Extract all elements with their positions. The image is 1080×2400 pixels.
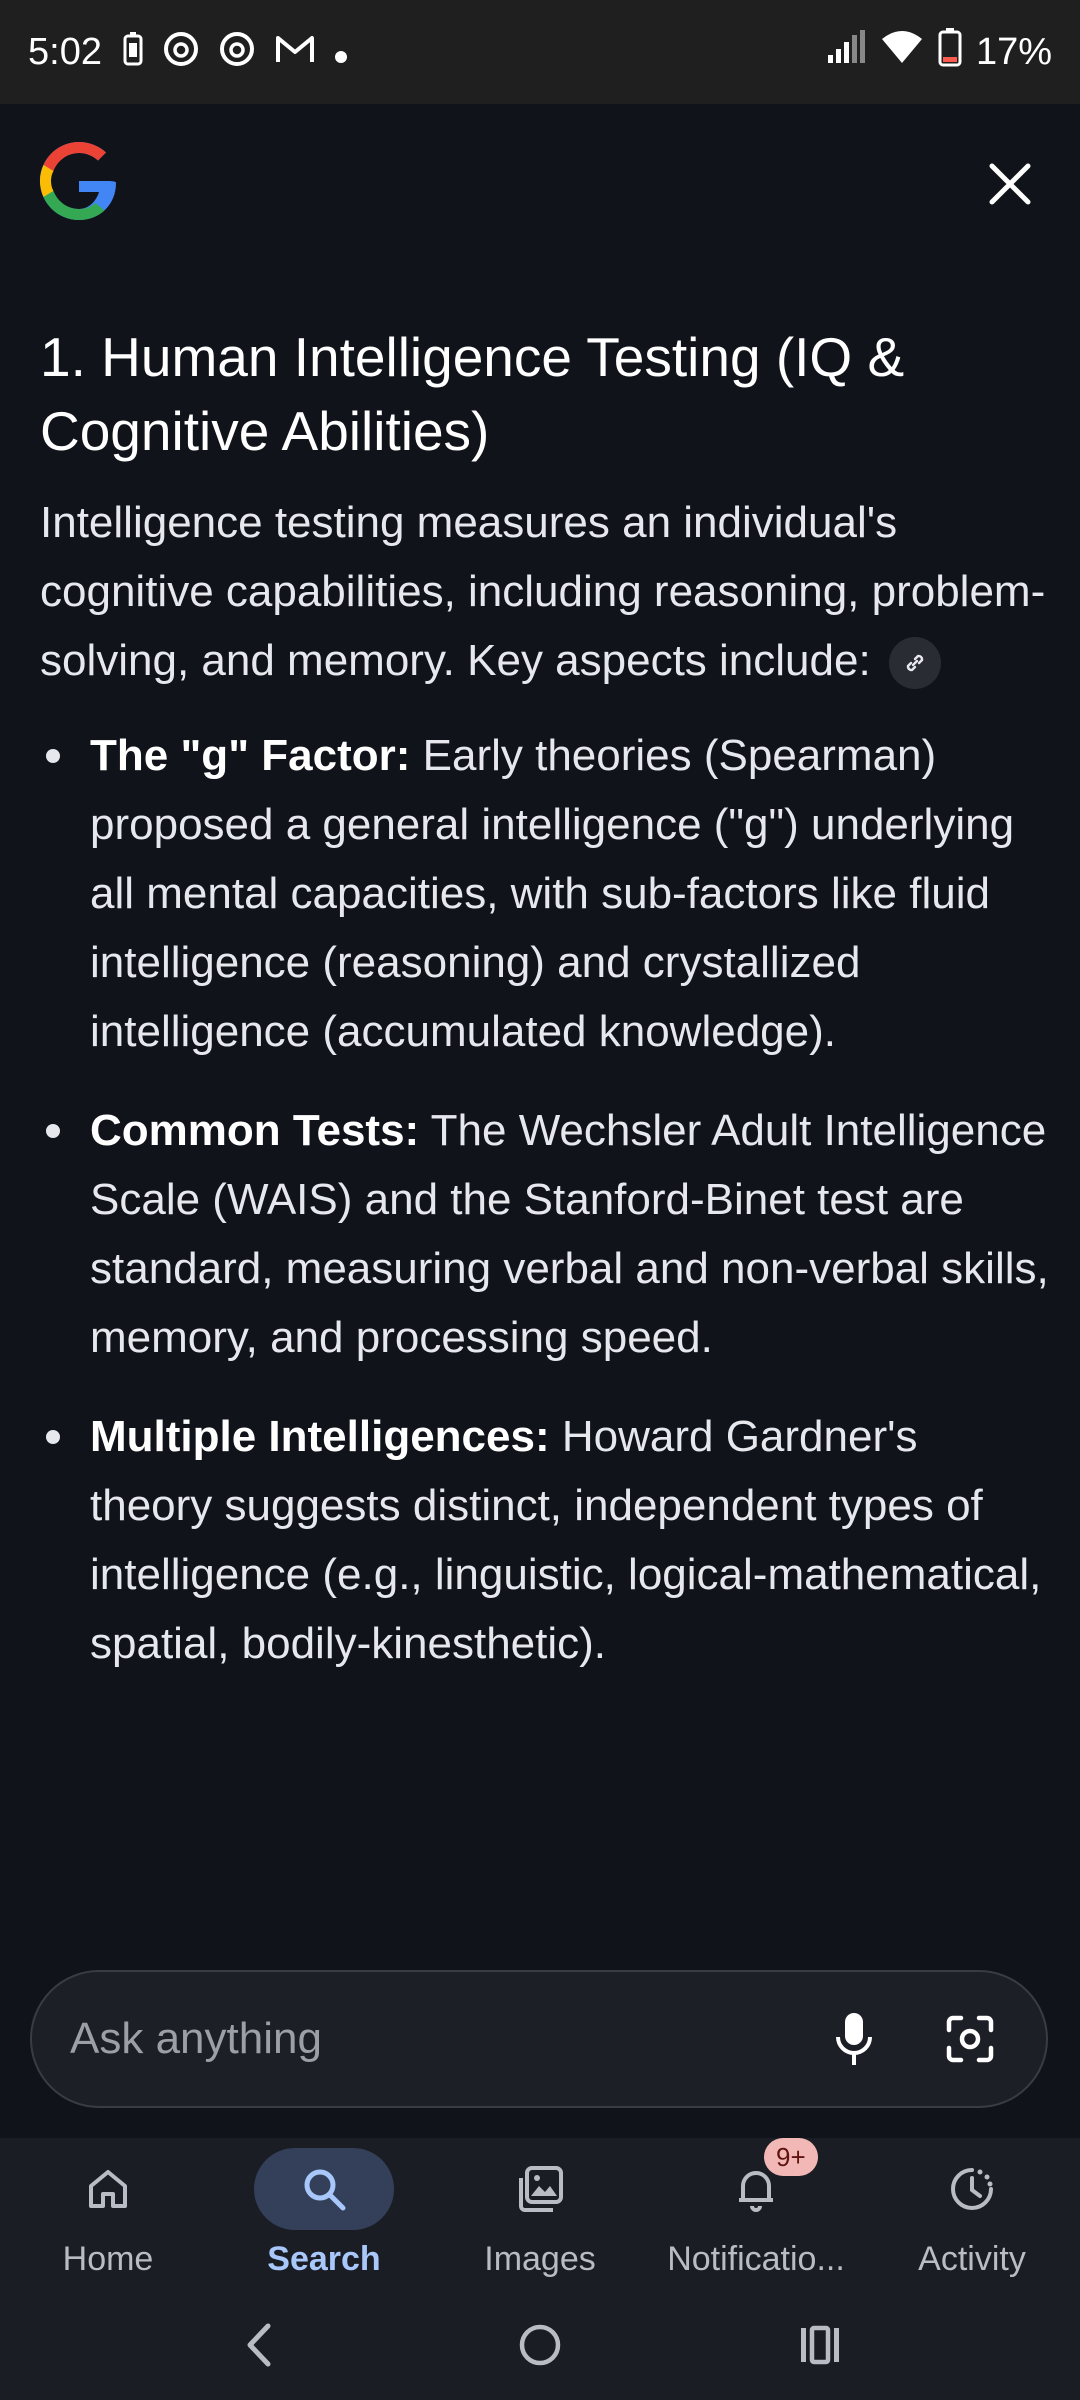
nav-label: Activity [918, 2240, 1026, 2278]
nav-item-home[interactable]: Home [0, 2138, 216, 2290]
google-logo-icon [38, 140, 120, 222]
list-item: Multiple Intelligences: Howard Gardner's… [40, 1402, 1050, 1678]
recent-apps-icon [801, 2325, 839, 2365]
header [0, 104, 1080, 264]
nav-item-search[interactable]: Search [216, 2138, 432, 2290]
bullet-icon [46, 1430, 60, 1444]
search-icon [304, 2169, 346, 2211]
lens-camera-icon [946, 2015, 994, 2063]
list-item: Common Tests: The Wechsler Adult Intelli… [40, 1096, 1050, 1372]
system-nav-bar [0, 2290, 1080, 2400]
status-right: 17% [826, 27, 1052, 77]
activity-icon [951, 2168, 993, 2210]
nav-label: Notificatio... [667, 2240, 845, 2278]
list-item-title: Multiple Intelligences: [90, 1412, 550, 1461]
close-icon [989, 163, 1031, 205]
home-circle-icon [519, 2324, 561, 2366]
images-icon [519, 2166, 563, 2212]
gmail-icon [274, 32, 316, 72]
battery-percent: 17% [975, 30, 1052, 73]
section-heading: 1. Human Intelligence Testing (IQ & Cogn… [40, 326, 905, 462]
nav-item-notifications[interactable]: 9+ Notificatio... [648, 2138, 864, 2290]
back-button[interactable] [220, 2305, 300, 2385]
key-aspects-list: The "g" Factor: Early theories (Spearman… [40, 721, 1050, 1678]
nav-label: Home [62, 2240, 154, 2278]
mic-icon [836, 2013, 872, 2065]
list-item-title: Common Tests: [90, 1106, 420, 1155]
signal-icon [826, 29, 866, 75]
lens-button[interactable] [930, 1999, 1010, 2079]
recent-apps-button[interactable] [780, 2305, 860, 2385]
ask-bar [30, 1970, 1048, 2108]
home-icon [89, 2170, 127, 2208]
battery-icon [938, 27, 962, 77]
threads-icon [218, 30, 256, 74]
bottom-nav: Home Search Images 9+ Notificatio... Act… [0, 2138, 1080, 2290]
battery-saver-icon [122, 31, 144, 73]
status-bar: 5:02 17% [0, 0, 1080, 104]
home-system-button[interactable] [500, 2305, 580, 2385]
list-item-title: The "g" Factor: [90, 731, 411, 780]
status-notification-icons [122, 30, 348, 74]
back-icon [247, 2323, 271, 2367]
nav-label: Search [267, 2240, 381, 2278]
bullet-icon [46, 749, 60, 763]
list-item: The "g" Factor: Early theories (Spearman… [40, 721, 1050, 1066]
dot-icon [334, 34, 348, 70]
status-time: 5:02 [28, 30, 102, 73]
notification-badge: 9+ [764, 2138, 818, 2176]
intro-paragraph: Intelligence testing measures an individ… [40, 488, 1050, 695]
nav-item-images[interactable]: Images [432, 2138, 648, 2290]
close-button[interactable] [970, 144, 1050, 224]
threads-icon [162, 30, 200, 74]
bullet-icon [46, 1124, 60, 1138]
voice-search-button[interactable] [814, 1999, 894, 2079]
link-icon [906, 655, 924, 672]
nav-item-activity[interactable]: Activity [864, 2138, 1080, 2290]
wifi-icon [880, 29, 924, 75]
nav-label: Images [484, 2240, 596, 2278]
source-link-button[interactable] [888, 637, 941, 690]
ai-overview-content: 1. Human Intelligence Testing (IQ & Cogn… [40, 320, 1050, 1708]
ask-input[interactable] [68, 2013, 814, 2065]
